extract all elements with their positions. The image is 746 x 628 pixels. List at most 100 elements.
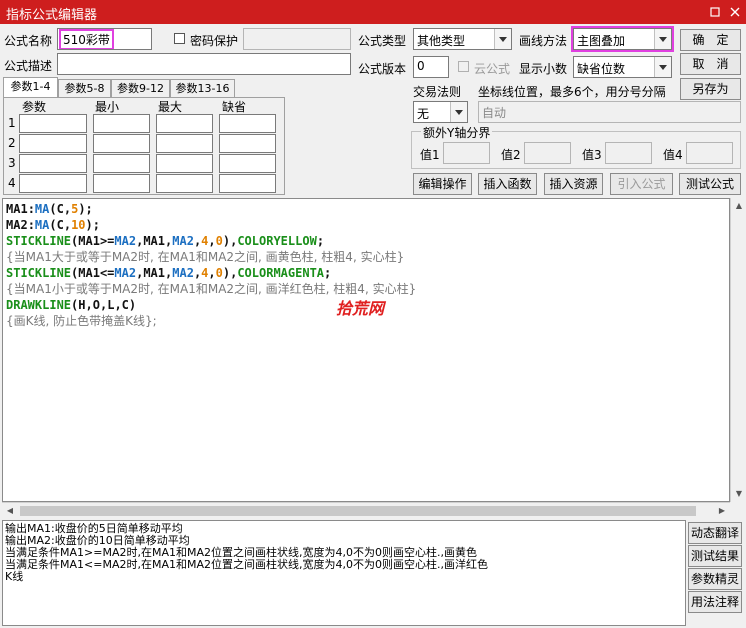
code-editor[interactable]: MA1:MA(C,5); MA2:MA(C,10); STICKLINE(MA1>=… bbox=[2, 198, 730, 502]
scroll-down-icon[interactable]: ▼ bbox=[731, 486, 746, 502]
param-default-input[interactable] bbox=[219, 114, 276, 133]
scroll-up-icon[interactable]: ▲ bbox=[731, 198, 746, 214]
dynamic-translate-button[interactable]: 动态翻译 bbox=[688, 522, 742, 544]
param-max-input[interactable] bbox=[156, 134, 213, 153]
code-token: ; bbox=[316, 234, 325, 248]
code-token: ; bbox=[324, 266, 332, 280]
output-line: K线 bbox=[5, 570, 24, 583]
tab-params-1-4[interactable]: 参数1-4 bbox=[3, 77, 58, 98]
chevron-down-icon[interactable] bbox=[654, 29, 671, 49]
code-token: 10 bbox=[71, 218, 86, 232]
param-row-number: 4 bbox=[8, 176, 16, 190]
param-header-min: 最小 bbox=[95, 100, 120, 114]
confirm-button[interactable]: 确 定 bbox=[680, 29, 741, 51]
param-min-input[interactable] bbox=[93, 134, 150, 153]
tab-params-9-12[interactable]: 参数9-12 bbox=[111, 79, 170, 97]
code-token: ); bbox=[85, 218, 100, 232]
output-panel: 输出MA1:收盘价的5日简单移动平均 输出MA2:收盘价的10日简单移动平均 当满足… bbox=[2, 520, 686, 626]
edit-operation-button[interactable]: 编辑操作 bbox=[413, 173, 472, 195]
chevron-down-icon[interactable] bbox=[654, 57, 671, 77]
code-line: MA1:MA(C,5); bbox=[6, 201, 416, 217]
insert-function-button[interactable]: 插入函数 bbox=[478, 173, 537, 195]
save-as-button[interactable]: 另存为 bbox=[680, 78, 741, 100]
code-token: MA1 bbox=[6, 202, 28, 216]
y-axis-value2-input[interactable] bbox=[524, 142, 571, 164]
output-lines: 输出MA1:收盘价的5日简单移动平均 输出MA2:收盘价的10日简单移动平均 当满足… bbox=[5, 523, 488, 583]
y-axis-value2-label: 值2 bbox=[501, 148, 521, 162]
param-default-input[interactable] bbox=[219, 174, 276, 193]
code-token: , bbox=[63, 218, 72, 232]
restore-icon[interactable] bbox=[706, 3, 724, 21]
code-token: {画K线, 防止色带掩盖K线}; bbox=[6, 314, 157, 328]
code-token: {当MA1大于或等于MA2时, 在MA1和MA2之间, 画黄色柱, 柱粗4, 实… bbox=[6, 250, 405, 264]
param-min-input[interactable] bbox=[93, 114, 150, 133]
param-max-input[interactable] bbox=[156, 114, 213, 133]
param-name-input[interactable] bbox=[19, 134, 87, 153]
code-token: MA2 bbox=[172, 266, 194, 280]
param-min-input[interactable] bbox=[93, 174, 150, 193]
scroll-thumb[interactable] bbox=[20, 506, 696, 516]
code-token: 0 bbox=[215, 234, 223, 248]
test-result-button[interactable]: 测试结果 bbox=[688, 545, 742, 567]
code-line: MA2:MA(C,10); bbox=[6, 217, 416, 233]
formula-name-input[interactable]: 510彩带 bbox=[57, 28, 152, 50]
test-formula-button[interactable]: 测试公式 bbox=[679, 173, 741, 195]
scroll-right-icon[interactable]: ▶ bbox=[714, 503, 730, 519]
y-axis-value3-input[interactable] bbox=[605, 142, 652, 164]
param-max-input[interactable] bbox=[156, 174, 213, 193]
param-wizard-button[interactable]: 参数精灵 bbox=[688, 568, 742, 590]
chevron-down-icon[interactable] bbox=[450, 102, 467, 122]
param-name-input[interactable] bbox=[19, 114, 87, 133]
title-bar: 指标公式编辑器 bbox=[0, 0, 746, 24]
param-default-input[interactable] bbox=[219, 134, 276, 153]
import-formula-button[interactable]: 引入公式 bbox=[610, 173, 673, 195]
tab-params-5-8[interactable]: 参数5-8 bbox=[58, 79, 111, 97]
code-token: MA1 bbox=[143, 234, 166, 248]
password-checkbox[interactable] bbox=[174, 33, 185, 44]
draw-method-label: 画线方法 bbox=[519, 34, 568, 48]
code-token: ) bbox=[128, 298, 137, 312]
formula-type-value: 其他类型 bbox=[417, 34, 466, 48]
param-min-input[interactable] bbox=[93, 154, 150, 173]
code-token: MA2 bbox=[114, 234, 137, 248]
usage-notes-button[interactable]: 用法注释 bbox=[688, 591, 742, 613]
formula-type-select[interactable]: 其他类型 bbox=[413, 28, 512, 50]
editor-horizontal-scrollbar[interactable]: ◀ ▶ bbox=[2, 502, 730, 518]
editor-vertical-scrollbar[interactable]: ▲ ▼ bbox=[730, 198, 746, 502]
param-row-number: 2 bbox=[8, 136, 16, 150]
formula-version-input[interactable]: 0 bbox=[413, 56, 449, 78]
coord-lines-input[interactable]: 自动 bbox=[478, 101, 741, 123]
code-token: : bbox=[27, 202, 35, 216]
code-token: O bbox=[92, 298, 100, 312]
param-default-input[interactable] bbox=[219, 154, 276, 173]
code-token: MA1 bbox=[78, 266, 100, 280]
code-token: MA bbox=[34, 202, 50, 216]
insert-resource-button[interactable]: 插入资源 bbox=[544, 173, 603, 195]
scroll-left-icon[interactable]: ◀ bbox=[2, 503, 18, 519]
param-name-input[interactable] bbox=[19, 174, 87, 193]
cancel-button[interactable]: 取 消 bbox=[680, 53, 741, 75]
chevron-down-icon[interactable] bbox=[494, 29, 511, 49]
formula-desc-input[interactable] bbox=[57, 53, 351, 75]
close-icon[interactable] bbox=[726, 3, 744, 21]
param-header-max: 最大 bbox=[158, 100, 183, 114]
param-name-input[interactable] bbox=[19, 154, 87, 173]
code-token: STICKLINE bbox=[6, 266, 72, 280]
tab-params-13-16[interactable]: 参数13-16 bbox=[170, 79, 235, 97]
code-token: , bbox=[114, 298, 122, 312]
password-input[interactable] bbox=[243, 28, 351, 50]
draw-method-select[interactable]: 主图叠加 bbox=[571, 26, 674, 52]
decimals-select[interactable]: 缺省位数 bbox=[573, 56, 672, 78]
code-token: ), bbox=[222, 266, 238, 280]
y-axis-value1-input[interactable] bbox=[443, 142, 490, 164]
watermark: 拾荒网 bbox=[336, 299, 385, 318]
code-token: <= bbox=[99, 266, 115, 280]
y-axis-value4-input[interactable] bbox=[686, 142, 733, 164]
code-token: MA2 bbox=[114, 266, 137, 280]
code-token: {当MA1小于或等于MA2时, 在MA1和MA2之间, 画洋红色柱, 柱粗4, … bbox=[6, 282, 417, 296]
cloud-formula-checkbox[interactable] bbox=[458, 61, 469, 72]
draw-method-value: 主图叠加 bbox=[577, 34, 626, 48]
param-max-input[interactable] bbox=[156, 154, 213, 173]
code-token: MA1 bbox=[78, 234, 100, 248]
trade-rule-select[interactable]: 无 bbox=[413, 101, 468, 123]
